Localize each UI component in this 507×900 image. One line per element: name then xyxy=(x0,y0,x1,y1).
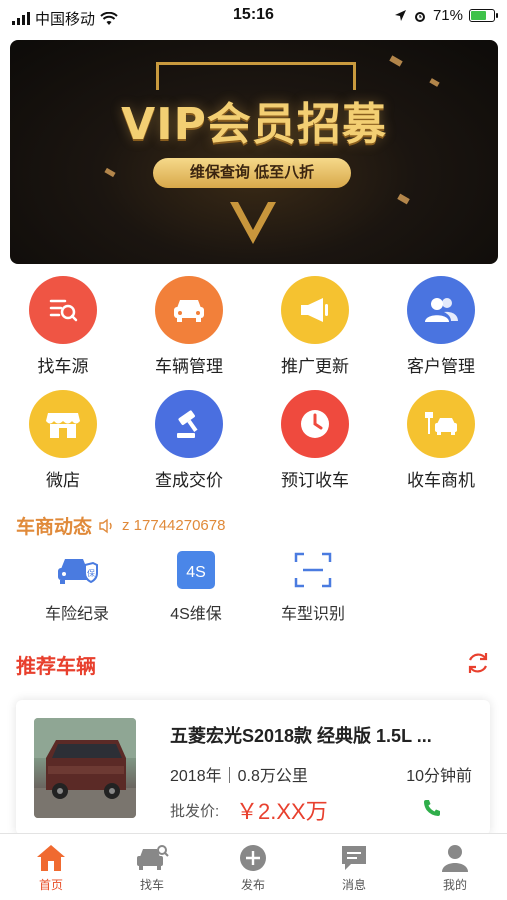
4s-icon: 4S xyxy=(174,548,218,592)
vehicle-card[interactable]: 五菱宏光S2018款 经典版 1.5L ... 2018年｜0.8万公里 10分… xyxy=(16,700,490,835)
refresh-icon[interactable] xyxy=(465,650,491,676)
dealer-dynamics-ticker[interactable]: z 17744270678 xyxy=(122,517,225,534)
svg-text:4S: 4S xyxy=(186,564,206,581)
svg-text:保: 保 xyxy=(87,568,95,578)
car-icon xyxy=(155,276,223,344)
grid-item-deal-price[interactable]: 查成交价 xyxy=(134,390,244,491)
vehicle-price: ￥2.XX万 xyxy=(236,799,328,824)
tool-label: 车型识别 xyxy=(280,606,345,623)
dealer-dynamics-title: 车商动态 xyxy=(16,517,93,538)
banner-title: VIP会员招募 xyxy=(121,99,387,150)
bottom-tab-bar: 首页 找车 发布 消息 我的 xyxy=(0,833,507,900)
grid-item-vehicle-management[interactable]: 车辆管理 xyxy=(134,276,244,377)
grid-item-find-source[interactable]: 找车源 xyxy=(8,276,118,377)
grid-label: 客户管理 xyxy=(407,357,475,376)
gavel-icon xyxy=(155,390,223,458)
plus-circle-icon xyxy=(236,842,270,874)
grid-label: 收车商机 xyxy=(407,471,475,490)
grid-item-collection-opportunity[interactable]: 收车商机 xyxy=(386,390,496,491)
grid-label: 查成交价 xyxy=(155,471,223,490)
tool-model-recognition[interactable]: 车型识别 xyxy=(258,548,368,624)
v-logo-icon xyxy=(230,202,276,244)
tab-home[interactable]: 首页 xyxy=(11,842,91,893)
tab-label: 找车 xyxy=(139,878,164,892)
vehicle-posted-time: 10分钟前 xyxy=(406,768,472,785)
scan-icon xyxy=(291,548,335,592)
tab-find-car[interactable]: 找车 xyxy=(112,842,192,893)
banner-frame xyxy=(156,62,356,90)
tab-label: 消息 xyxy=(341,878,366,892)
recommended-title: 推荐车辆 xyxy=(16,656,96,678)
battery-percent: 71% xyxy=(432,7,463,24)
grid-item-book-collection[interactable]: 预订收车 xyxy=(260,390,370,491)
profile-icon xyxy=(438,842,472,874)
tab-label: 首页 xyxy=(38,878,63,892)
vehicle-photo xyxy=(34,718,136,818)
battery-icon xyxy=(469,9,498,22)
vip-banner[interactable]: VIP会员招募 维保查询 低至八折 xyxy=(10,40,498,264)
find-car-icon xyxy=(135,842,169,874)
message-icon xyxy=(337,842,371,874)
users-icon xyxy=(407,276,475,344)
location-icon xyxy=(394,10,406,21)
speaker-icon xyxy=(99,518,112,533)
tab-label: 我的 xyxy=(442,878,467,892)
phone-icon[interactable] xyxy=(422,798,442,818)
grid-label: 预订收车 xyxy=(281,471,349,490)
megaphone-icon xyxy=(281,276,349,344)
car-sign-icon xyxy=(407,390,475,458)
shop-icon xyxy=(29,390,97,458)
tool-car-insurance[interactable]: 保 车险纪录 xyxy=(22,548,132,624)
grid-label: 车辆管理 xyxy=(155,357,223,376)
alarm-icon xyxy=(414,11,425,22)
grid-item-promotion[interactable]: 推广更新 xyxy=(260,276,370,377)
tab-messages[interactable]: 消息 xyxy=(314,842,394,893)
dealer-dynamics-header: 车商动态 z 17744270678 xyxy=(16,512,225,539)
home-icon xyxy=(34,842,68,874)
tool-4s-maintenance[interactable]: 4S 4S维保 xyxy=(141,548,251,624)
tab-publish[interactable]: 发布 xyxy=(213,842,293,893)
grid-item-micro-shop[interactable]: 微店 xyxy=(8,390,118,491)
tab-profile[interactable]: 我的 xyxy=(415,842,495,893)
grid-item-customer-management[interactable]: 客户管理 xyxy=(386,276,496,377)
grid-label: 找车源 xyxy=(37,357,89,376)
price-label: 批发价: xyxy=(170,803,220,820)
status-bar: 中国移动 15:16 71% xyxy=(0,0,507,34)
status-right: 71% xyxy=(394,7,498,24)
tool-label: 4S维保 xyxy=(170,606,222,623)
search-list-icon xyxy=(29,276,97,344)
tool-label: 车险纪录 xyxy=(44,606,109,623)
banner-subtitle: 维保查询 低至八折 xyxy=(153,158,351,188)
grid-label: 微店 xyxy=(46,471,80,490)
car-insurance-icon: 保 xyxy=(55,548,99,592)
vehicle-meta: 2018年｜0.8万公里 xyxy=(170,768,308,785)
vehicle-name: 五菱宏光S2018款 经典版 1.5L ... xyxy=(170,726,432,746)
clock-icon xyxy=(281,390,349,458)
grid-label: 推广更新 xyxy=(281,357,349,376)
tab-label: 发布 xyxy=(240,878,265,892)
